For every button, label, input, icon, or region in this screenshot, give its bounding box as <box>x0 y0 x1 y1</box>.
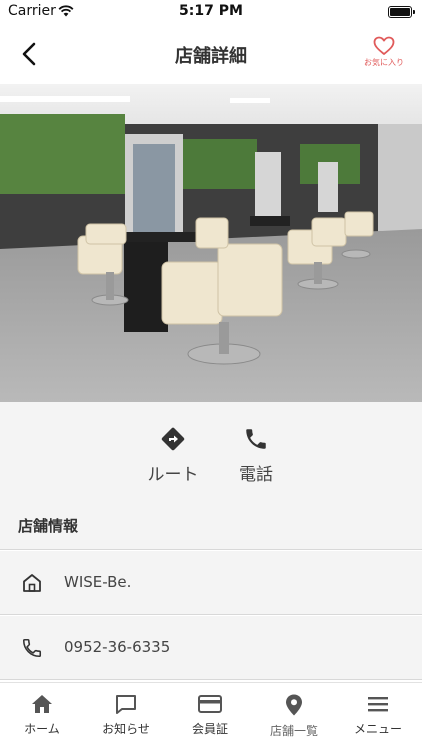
shop-name-row: WISE-Be. <box>0 551 422 615</box>
shop-name: WISE-Be. <box>64 573 132 591</box>
heart-icon <box>373 36 395 55</box>
phone-icon <box>246 429 266 449</box>
shop-phone-row[interactable]: 0952-36-6335 <box>0 616 422 680</box>
salon-interior-photo <box>0 84 422 402</box>
tab-home-label: ホーム <box>24 722 60 736</box>
navigation-bar: 店舗詳細 お気に入り <box>0 24 422 84</box>
battery-icon <box>388 6 415 18</box>
directions-icon <box>161 427 185 451</box>
action-buttons: ルート 電話 <box>0 402 422 498</box>
tab-shop-list[interactable]: 店舗一覧 <box>252 683 336 750</box>
tab-news-label: お知らせ <box>102 722 150 736</box>
tab-membership-card[interactable]: 会員証 <box>168 683 252 750</box>
phone-button[interactable]: 電話 <box>226 426 286 485</box>
tab-shop-list-label: 店舗一覧 <box>269 724 318 738</box>
home-icon <box>32 695 52 713</box>
menu-icon <box>368 697 388 712</box>
favorite-button[interactable]: お気に入り <box>354 36 414 76</box>
route-button[interactable]: ルート <box>142 426 204 485</box>
favorite-label: お気に入り <box>364 58 404 67</box>
shop-photo <box>0 84 422 402</box>
status-time: 5:17 PM <box>179 3 243 19</box>
shop-info-header: 店舗情報 <box>0 498 422 550</box>
phone-label: 電話 <box>239 465 273 485</box>
tab-menu[interactable]: メニュー <box>336 683 420 750</box>
shop-phone[interactable]: 0952-36-6335 <box>64 638 170 656</box>
tab-bar: ホーム お知らせ 会員証 店舗一覧 メニュー <box>0 682 422 750</box>
phone-outline-icon <box>22 638 42 658</box>
card-icon <box>198 695 222 713</box>
status-bar: Carrier 5:17 PM <box>0 0 422 24</box>
tab-membership-card-label: 会員証 <box>191 722 228 736</box>
tab-menu-label: メニュー <box>353 722 402 736</box>
route-label: ルート <box>147 465 199 485</box>
home-outline-icon <box>23 574 41 592</box>
tab-home[interactable]: ホーム <box>0 683 84 750</box>
message-icon <box>116 695 136 714</box>
shop-info-title: 店舗情報 <box>18 517 79 535</box>
map-pin-icon <box>286 694 302 716</box>
tab-news[interactable]: お知らせ <box>84 683 168 750</box>
